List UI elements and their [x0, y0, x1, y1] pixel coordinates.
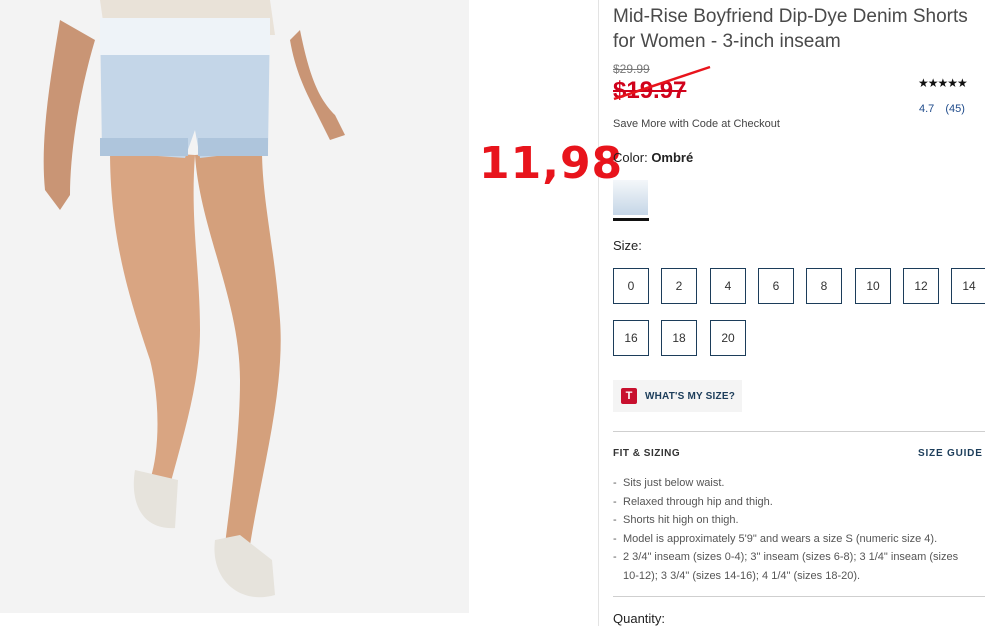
size-option-6[interactable]: 6 — [758, 268, 794, 304]
review-count[interactable]: (45) — [945, 103, 965, 115]
size-option-4[interactable]: 4 — [710, 268, 746, 304]
annotated-price-overlay: 11,98 — [479, 138, 624, 189]
rating-summary[interactable]: 4.7 (45) — [919, 103, 965, 115]
swatch-selected-indicator — [613, 218, 649, 221]
size-option-0[interactable]: 0 — [613, 268, 649, 304]
rating-value: 4.7 — [919, 103, 935, 115]
size-label: Size: — [613, 238, 642, 253]
product-image[interactable] — [0, 0, 469, 613]
size-option-14[interactable]: 14 — [951, 268, 985, 304]
selected-color-name: Ombré — [651, 150, 694, 165]
list-item: - Shorts hit high on thigh. — [613, 514, 739, 526]
section-divider — [613, 431, 985, 432]
promo-text[interactable]: Save More with Code at Checkout — [613, 118, 780, 130]
list-item: - Sits just below waist. — [613, 477, 725, 489]
whats-my-size-label: WHAT'S MY SIZE? — [645, 390, 736, 402]
size-option-2[interactable]: 2 — [661, 268, 697, 304]
handdrawn-strike-mark — [613, 65, 711, 101]
list-item-continuation: 10-12); 3 3/4" (sizes 14-16); 4 1/4" (si… — [623, 569, 861, 582]
product-title-line-2: for Women - 3-inch inseam — [613, 31, 841, 52]
color-label-text: Color: — [613, 150, 648, 165]
list-item: - Relaxed through hip and thigh. — [613, 495, 773, 508]
size-option-18[interactable]: 18 — [661, 320, 697, 356]
product-title-line-1: Mid-Rise Boyfriend Dip-Dye Denim Shorts — [613, 6, 968, 27]
size-option-8[interactable]: 8 — [806, 268, 842, 304]
true-fit-logo-icon: T — [621, 388, 637, 404]
size-option-12[interactable]: 12 — [903, 268, 939, 304]
fit-bullet-list: - Sits just below waist. - Relaxed through… — [613, 474, 985, 585]
section-divider — [613, 596, 985, 597]
color-label: Color: Ombré — [613, 150, 693, 165]
list-item: - Model is approximately 5'9" and wears a… — [613, 532, 938, 545]
size-option-16[interactable]: 16 — [613, 320, 649, 356]
size-guide-link[interactable]: SIZE GUIDE — [918, 448, 983, 459]
size-option-10[interactable]: 10 — [855, 268, 891, 304]
color-swatch-ombre[interactable] — [613, 180, 648, 215]
fit-sizing-heading[interactable]: FIT & SIZING — [613, 448, 680, 459]
size-option-20[interactable]: 20 — [710, 320, 746, 356]
product-title: Mid-Rise Boyfriend Dip-Dye Denim Shorts … — [613, 4, 985, 54]
model-illustration — [0, 0, 469, 613]
star-rating-icon[interactable]: ★★★★★ — [918, 76, 968, 90]
list-item: -2 3/4" inseam (sizes 0-4); 3" inseam (s… — [613, 551, 959, 563]
column-divider — [598, 0, 599, 626]
whats-my-size-button[interactable]: T WHAT'S MY SIZE? — [613, 380, 742, 412]
quantity-label: Quantity: — [613, 611, 666, 626]
